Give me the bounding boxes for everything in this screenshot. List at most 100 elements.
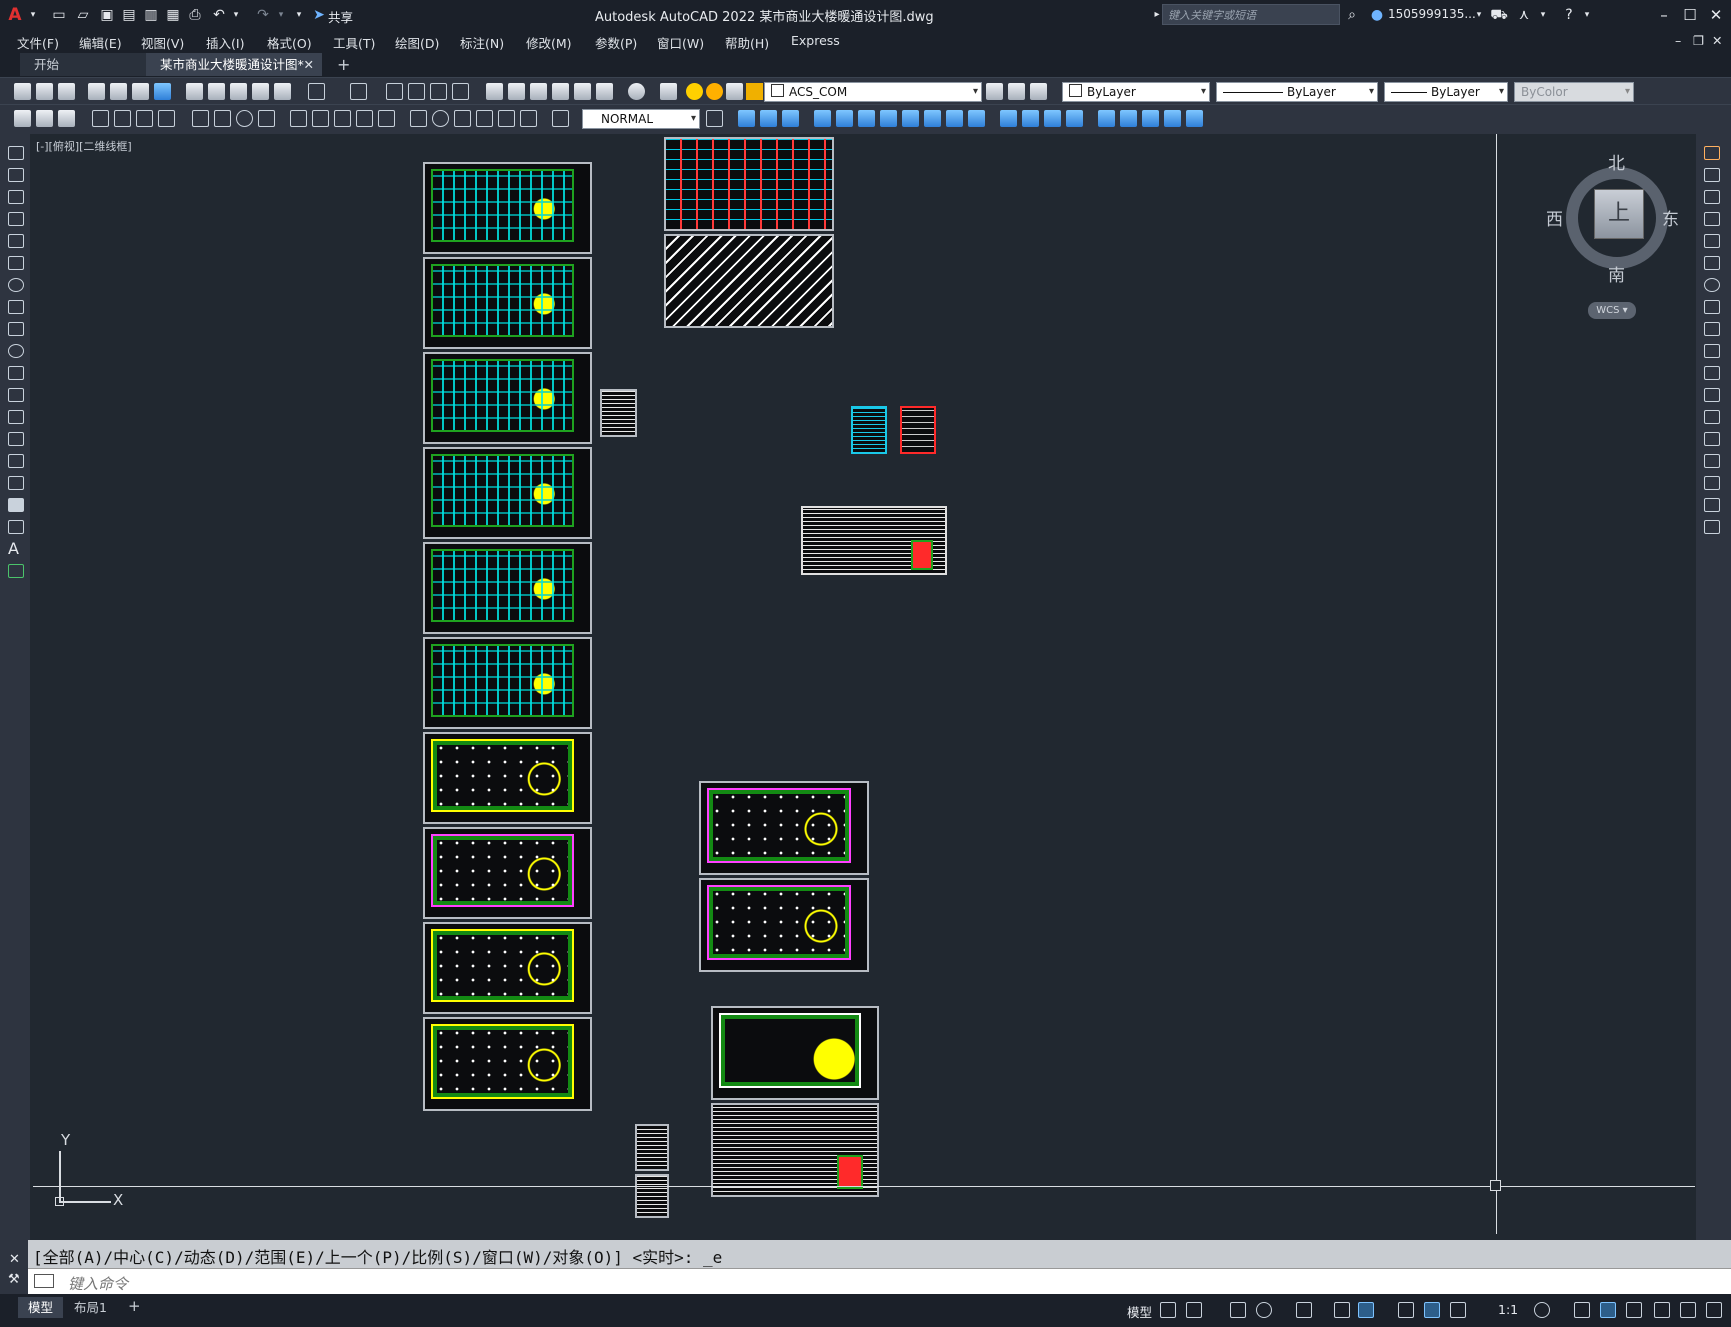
new-icon[interactable]: ▭ bbox=[50, 6, 68, 24]
object-snap-tracking-icon[interactable] bbox=[1334, 1302, 1350, 1318]
menu-dimension[interactable]: 标注(N) bbox=[460, 33, 504, 52]
drawing-sheet[interactable] bbox=[423, 257, 592, 349]
help-icon[interactable]: ? bbox=[1560, 6, 1578, 24]
menu-help[interactable]: 帮助(H) bbox=[725, 33, 769, 52]
erase-icon[interactable] bbox=[1704, 146, 1720, 160]
open-web-icon[interactable]: ▥ bbox=[142, 6, 160, 24]
revolve-icon[interactable] bbox=[1044, 110, 1061, 127]
sweep-icon[interactable] bbox=[1066, 110, 1083, 127]
model-space-button[interactable]: 模型 bbox=[1127, 1302, 1152, 1321]
qsave-icon[interactable] bbox=[14, 110, 31, 127]
color-combo[interactable]: ByLayer ▾ bbox=[1062, 82, 1210, 102]
scale-icon[interactable] bbox=[1704, 300, 1720, 314]
offset-icon[interactable] bbox=[1704, 212, 1720, 226]
layer-combo[interactable]: ACS_COM ▾ bbox=[764, 82, 982, 102]
baseline-dim-icon[interactable] bbox=[312, 110, 329, 127]
mirror-icon[interactable] bbox=[1704, 190, 1720, 204]
send-back-icon[interactable] bbox=[760, 110, 777, 127]
user-dropdown-icon[interactable]: ▾ bbox=[1470, 6, 1488, 24]
tool-palettes-icon[interactable] bbox=[530, 83, 547, 100]
extend-icon[interactable] bbox=[1704, 366, 1720, 380]
drawing-sheet[interactable] bbox=[699, 781, 869, 875]
ellipse-icon[interactable] bbox=[8, 344, 24, 358]
zoom-previous-icon[interactable] bbox=[452, 83, 469, 100]
search-icon[interactable]: ⌕ bbox=[1343, 6, 1361, 24]
saveas-icon[interactable]: ▤ bbox=[120, 6, 138, 24]
redo-icon[interactable] bbox=[350, 83, 367, 100]
search-input[interactable]: 键入关键字或短语 bbox=[1162, 4, 1340, 25]
dim-style-icon[interactable] bbox=[706, 110, 723, 127]
command-window-grip[interactable]: ✕ ⚒ bbox=[0, 1240, 28, 1294]
calculator-icon[interactable] bbox=[596, 83, 613, 100]
customize-wrench-icon[interactable]: ⚒ bbox=[8, 1272, 20, 1287]
minimize-icon[interactable]: – bbox=[1651, 4, 1677, 26]
viewcube[interactable]: 上 北 南 东 西 bbox=[1546, 153, 1682, 286]
tolerance-icon[interactable] bbox=[410, 110, 427, 127]
isodraft-icon[interactable] bbox=[1296, 1302, 1312, 1318]
new-tab-button[interactable]: + bbox=[337, 55, 350, 74]
tab-start[interactable]: 开始 bbox=[20, 53, 146, 76]
gradient-icon[interactable] bbox=[8, 476, 24, 490]
units-icon[interactable] bbox=[1600, 1302, 1616, 1318]
blend-curves-icon[interactable] bbox=[1704, 498, 1720, 512]
annotation-monitor-icon[interactable] bbox=[1574, 1302, 1590, 1318]
plot-preview-icon[interactable] bbox=[110, 83, 127, 100]
point-icon[interactable] bbox=[8, 432, 24, 446]
layer-previous-icon[interactable] bbox=[1008, 83, 1025, 100]
drawing-sheet[interactable] bbox=[711, 1103, 879, 1197]
cart-icon[interactable]: ⛟ bbox=[1490, 6, 1508, 24]
copy-icon[interactable] bbox=[208, 83, 225, 100]
share-icon[interactable]: ➤ bbox=[310, 6, 328, 24]
drawing-sheet[interactable] bbox=[423, 637, 592, 729]
polygon-icon[interactable] bbox=[8, 212, 24, 226]
spline-icon[interactable] bbox=[8, 322, 24, 336]
drawing-sheet[interactable] bbox=[635, 1174, 669, 1218]
inspect-icon[interactable] bbox=[454, 110, 471, 127]
fillet-icon[interactable] bbox=[1704, 476, 1720, 490]
polyline-icon[interactable] bbox=[8, 190, 24, 204]
autocad-logo-icon[interactable]: A bbox=[6, 6, 24, 24]
linetype-combo[interactable]: ByLayer ▾ bbox=[1216, 82, 1378, 102]
object-snap-icon[interactable] bbox=[1358, 1302, 1374, 1318]
table-icon[interactable] bbox=[8, 520, 24, 534]
scale-3d-icon[interactable] bbox=[858, 110, 875, 127]
command-line[interactable]: 键入命令 bbox=[0, 1268, 1731, 1295]
snap-icon[interactable] bbox=[1186, 1302, 1202, 1318]
menu-express[interactable]: Express bbox=[791, 33, 840, 48]
save-icon[interactable]: ▣ bbox=[98, 6, 116, 24]
layer-viewport-icon[interactable] bbox=[726, 83, 743, 100]
undo-icon[interactable] bbox=[308, 83, 325, 100]
doc-minimize-icon[interactable]: – bbox=[1675, 33, 1681, 48]
compass-south[interactable]: 南 bbox=[1608, 261, 1625, 286]
command-prompt-icon[interactable] bbox=[34, 1274, 54, 1288]
publish-icon[interactable] bbox=[132, 83, 149, 100]
construction-line-icon[interactable] bbox=[8, 168, 24, 182]
dim-break-icon[interactable] bbox=[378, 110, 395, 127]
drawing-sheet[interactable] bbox=[423, 1017, 592, 1111]
ortho-icon[interactable] bbox=[1230, 1302, 1246, 1318]
radius-dim-icon[interactable] bbox=[192, 110, 209, 127]
autodesk-app-icon[interactable]: ⋏ bbox=[1515, 6, 1533, 24]
sheet-set-icon[interactable] bbox=[552, 83, 569, 100]
drawing-sheet[interactable] bbox=[699, 878, 869, 972]
saveas-icon[interactable] bbox=[36, 110, 53, 127]
paste-icon[interactable] bbox=[230, 83, 247, 100]
section-plane-icon[interactable] bbox=[1142, 110, 1159, 127]
help-dropdown-icon[interactable]: ▾ bbox=[1578, 6, 1596, 24]
explode-icon[interactable] bbox=[1704, 520, 1720, 534]
undo-dropdown-icon[interactable]: ▾ bbox=[227, 6, 245, 24]
annotation-scale[interactable]: 1:1 bbox=[1498, 1302, 1518, 1317]
menu-format[interactable]: 格式(O) bbox=[267, 33, 312, 52]
flatshot-icon[interactable] bbox=[1164, 110, 1181, 127]
app-dropdown-icon[interactable]: ▾ bbox=[1534, 6, 1552, 24]
jogged-dim-icon[interactable] bbox=[214, 110, 231, 127]
join-icon[interactable] bbox=[1704, 432, 1720, 446]
lineweight-icon[interactable] bbox=[1398, 1302, 1414, 1318]
isolate-objects-icon[interactable] bbox=[1626, 1302, 1642, 1318]
make-current-layer-icon[interactable] bbox=[986, 83, 1003, 100]
line-icon[interactable] bbox=[8, 146, 24, 160]
quick-dim-icon[interactable] bbox=[290, 110, 307, 127]
dimstyle-combo[interactable]: NORMAL ▾ bbox=[582, 109, 700, 129]
drawing-sheet[interactable] bbox=[423, 352, 592, 444]
undo-icon[interactable]: ↶ bbox=[210, 6, 228, 24]
